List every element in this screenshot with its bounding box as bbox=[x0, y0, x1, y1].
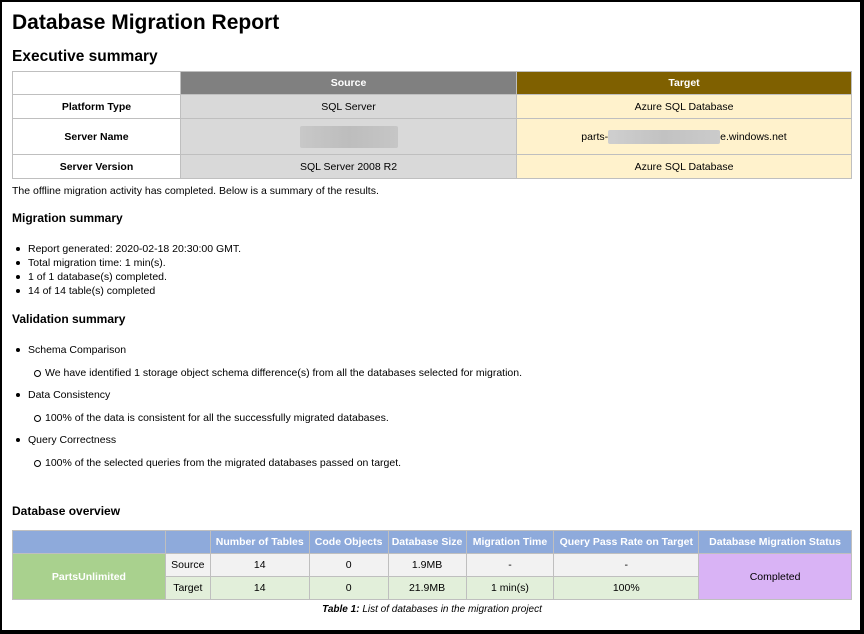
database-overview-table: Number of Tables Code Objects Database S… bbox=[12, 530, 852, 600]
executive-summary-table: Source Target Platform Type SQL Server A… bbox=[12, 71, 852, 179]
migration-status-badge: Completed bbox=[698, 553, 852, 600]
report-title: Database Migration Report bbox=[12, 11, 280, 34]
db-header-status: Database Migration Status bbox=[698, 530, 852, 554]
db-header-size: Database Size bbox=[387, 530, 467, 554]
migration-summary-heading: Migration summary bbox=[12, 211, 123, 225]
exec-header-target: Target bbox=[516, 71, 852, 95]
db-header-name bbox=[12, 530, 166, 554]
list-item: Total migration time: 1 min(s). bbox=[12, 256, 850, 270]
redacted-target-server-name bbox=[608, 129, 721, 144]
list-item: 1 of 1 database(s) completed. bbox=[12, 270, 850, 284]
platform-type-label: Platform Type bbox=[12, 94, 181, 119]
database-name: PartsUnlimited bbox=[12, 553, 166, 600]
platform-type-source: SQL Server bbox=[180, 94, 517, 119]
table-caption-text: List of databases in the migration proje… bbox=[362, 604, 542, 615]
table-caption: Table 1: List of databases in the migrat… bbox=[12, 604, 852, 615]
executive-summary-heading: Executive summary bbox=[12, 48, 158, 65]
source-size: 1.9MB bbox=[387, 553, 467, 577]
data-consistency-detail: 100% of the data is consistent for all t… bbox=[12, 411, 850, 425]
source-time: - bbox=[465, 553, 555, 577]
platform-type-target: Azure SQL Database bbox=[516, 94, 852, 119]
db-header-tables: Number of Tables bbox=[209, 530, 310, 554]
target-code-objects: 0 bbox=[308, 576, 389, 600]
row-role-target: Target bbox=[164, 576, 211, 600]
database-overview-heading: Database overview bbox=[12, 504, 121, 518]
migration-summary-list: Report generated: 2020-02-18 20:30:00 GM… bbox=[12, 242, 850, 298]
server-version-source: SQL Server 2008 R2 bbox=[180, 154, 517, 179]
db-header-role bbox=[164, 530, 211, 554]
server-name-target-suffix: e.windows.net bbox=[720, 130, 787, 143]
validation-summary-list: Schema Comparison We have identified 1 s… bbox=[12, 343, 850, 470]
target-time: 1 min(s) bbox=[465, 576, 555, 600]
source-tables: 14 bbox=[209, 553, 310, 577]
target-size: 21.9MB bbox=[387, 576, 467, 600]
db-header-pass-rate: Query Pass Rate on Target bbox=[553, 530, 700, 554]
exec-header-source: Source bbox=[180, 71, 517, 95]
server-name-label: Server Name bbox=[12, 118, 181, 155]
schema-comparison-item: Schema Comparison bbox=[12, 343, 850, 357]
db-header-code-objects: Code Objects bbox=[308, 530, 389, 554]
report-page: Database Migration Report Executive summ… bbox=[0, 0, 864, 634]
row-role-source: Source bbox=[164, 553, 211, 577]
server-name-target: parts-e.windows.net bbox=[516, 118, 852, 155]
redacted-source-server-name bbox=[299, 125, 398, 148]
source-code-objects: 0 bbox=[308, 553, 389, 577]
query-correctness-item: Query Correctness bbox=[12, 433, 850, 447]
query-correctness-detail: 100% of the selected queries from the mi… bbox=[12, 456, 850, 470]
data-consistency-item: Data Consistency bbox=[12, 388, 850, 402]
server-name-target-prefix: parts- bbox=[581, 130, 609, 143]
server-version-label: Server Version bbox=[12, 154, 181, 179]
target-pass-rate: 100% bbox=[553, 576, 700, 600]
server-version-target: Azure SQL Database bbox=[516, 154, 852, 179]
list-item: Report generated: 2020-02-18 20:30:00 GM… bbox=[12, 242, 850, 256]
table-caption-label: Table 1: bbox=[322, 604, 360, 615]
table-row: PartsUnlimited Source 14 0 1.9MB - - Com… bbox=[12, 553, 852, 600]
db-header-time: Migration Time bbox=[465, 530, 555, 554]
list-item: 14 of 14 table(s) completed bbox=[12, 284, 850, 298]
schema-comparison-detail: We have identified 1 storage object sche… bbox=[12, 366, 850, 380]
server-name-source bbox=[180, 118, 517, 155]
target-tables: 14 bbox=[209, 576, 310, 600]
exec-header-blank bbox=[12, 71, 181, 95]
completion-text: The offline migration activity has compl… bbox=[12, 185, 379, 197]
validation-summary-heading: Validation summary bbox=[12, 312, 126, 326]
source-pass-rate: - bbox=[553, 553, 700, 577]
